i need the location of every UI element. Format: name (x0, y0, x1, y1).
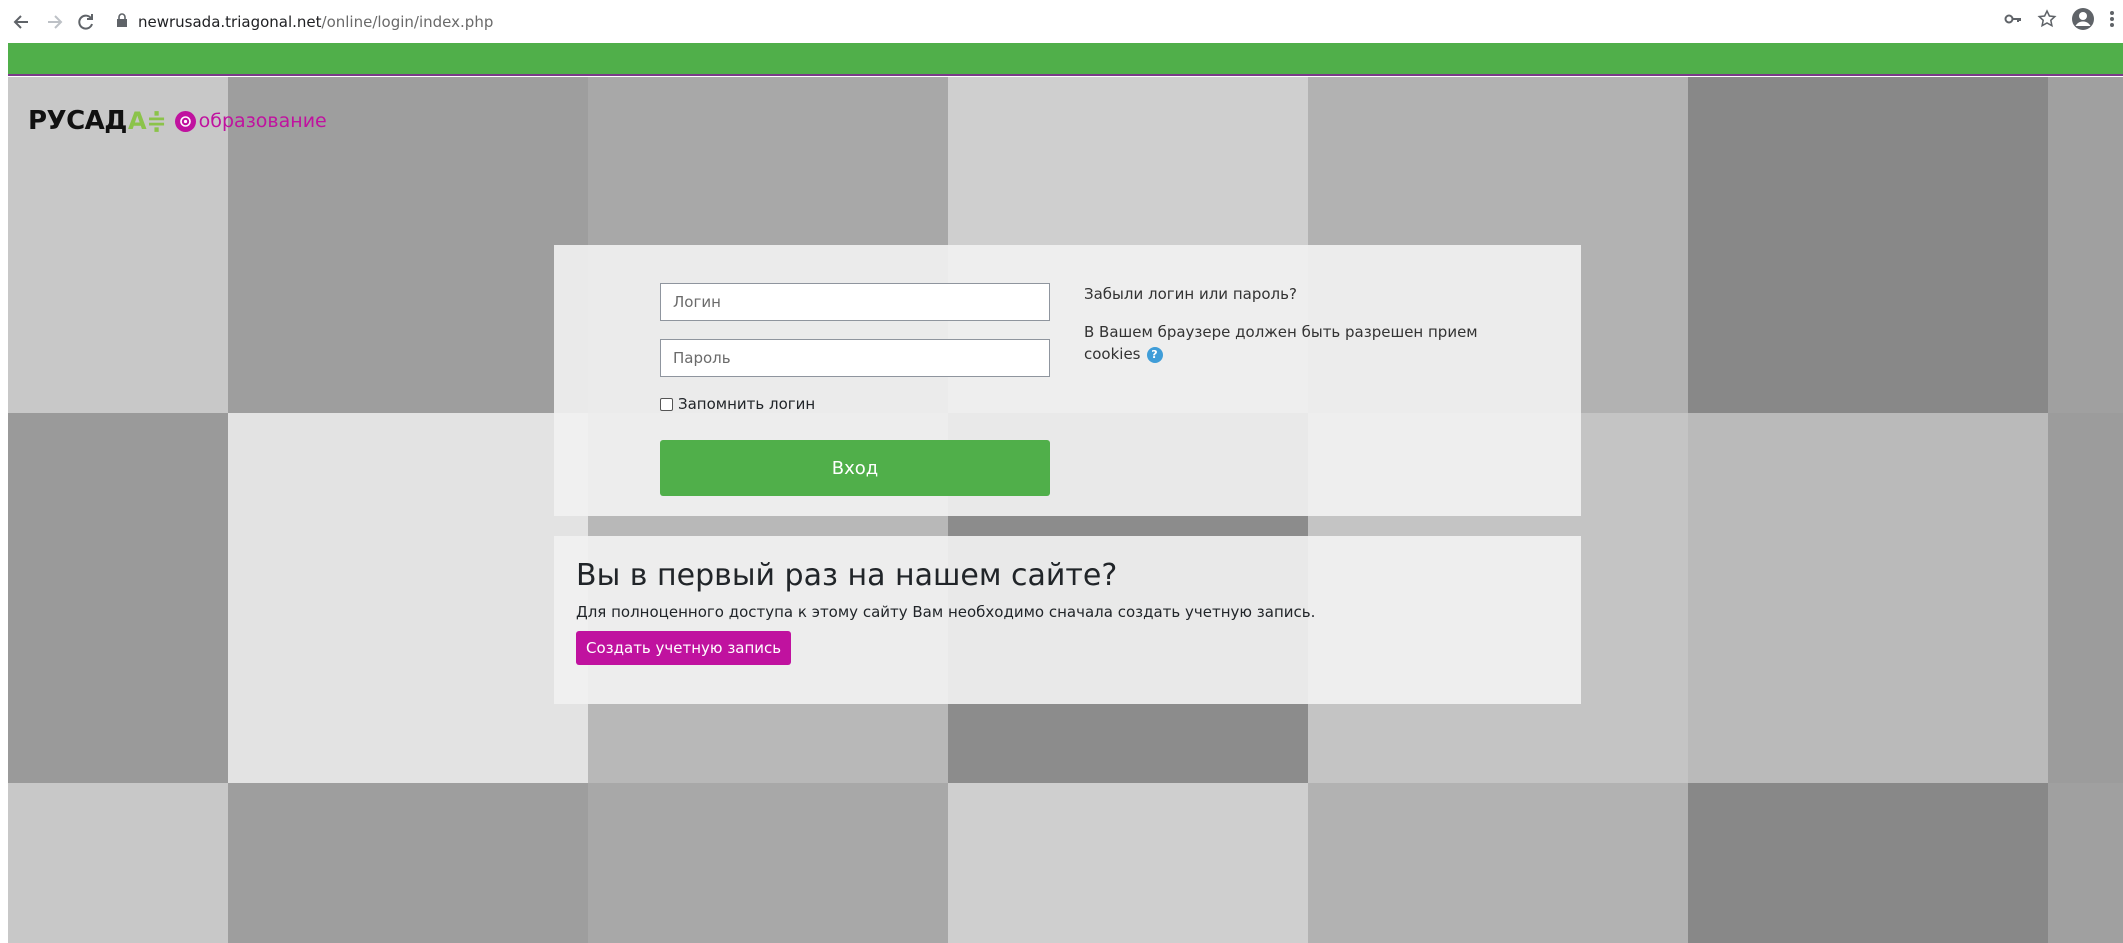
password-placeholder: Пароль (673, 349, 731, 367)
site-logo[interactable]: РУСАД А≑ образование (28, 106, 327, 136)
help-icon[interactable]: ? (1146, 346, 1163, 363)
key-icon[interactable] (2003, 9, 2023, 34)
lock-icon (116, 12, 128, 31)
cookies-notice-text: В Вашем браузере должен быть разрешен пр… (1084, 323, 1478, 363)
login-panel: Логин Пароль Запомнить логин Вход Забыли… (554, 245, 1581, 516)
address-bar[interactable]: newrusada.triagonal.net/online/login/ind… (116, 7, 493, 37)
reload-icon[interactable] (70, 6, 102, 38)
logo-sub-text: образование (198, 110, 327, 132)
url-host: newrusada.triagonal.net (138, 12, 322, 31)
url-path: /online/login/index.php (321, 12, 494, 31)
logo-accent-text: А≑ (127, 107, 167, 135)
back-icon[interactable] (6, 6, 38, 38)
education-badge-icon (174, 110, 196, 132)
forgot-password-link[interactable]: Забыли логин или пароль? (1084, 285, 1297, 303)
profile-icon[interactable] (2071, 7, 2095, 36)
remember-login[interactable]: Запомнить логин (660, 395, 815, 413)
menu-dots-icon[interactable] (2109, 9, 2115, 34)
password-input[interactable]: Пароль (660, 339, 1050, 377)
remember-label: Запомнить логин (678, 395, 816, 413)
star-icon[interactable] (2037, 9, 2057, 34)
logo-main-text: РУСАД (28, 106, 127, 136)
signup-text: Для полноценного доступа к этому сайту В… (576, 603, 1316, 621)
signup-panel: Вы в первый раз на нашем сайте? Для полн… (554, 536, 1581, 704)
forward-icon[interactable] (38, 6, 70, 38)
username-input[interactable]: Логин (660, 283, 1050, 321)
login-button[interactable]: Вход (660, 440, 1050, 496)
create-account-button[interactable]: Создать учетную запись (576, 631, 792, 665)
remember-checkbox[interactable] (660, 397, 673, 411)
signup-title: Вы в первый раз на нашем сайте? (576, 558, 1118, 593)
cookies-notice: В Вашем браузере должен быть разрешен пр… (1084, 321, 1484, 365)
username-placeholder: Логин (673, 293, 721, 311)
browser-toolbar: newrusada.triagonal.net/online/login/ind… (0, 0, 2123, 43)
site-header-bar (8, 43, 2123, 76)
